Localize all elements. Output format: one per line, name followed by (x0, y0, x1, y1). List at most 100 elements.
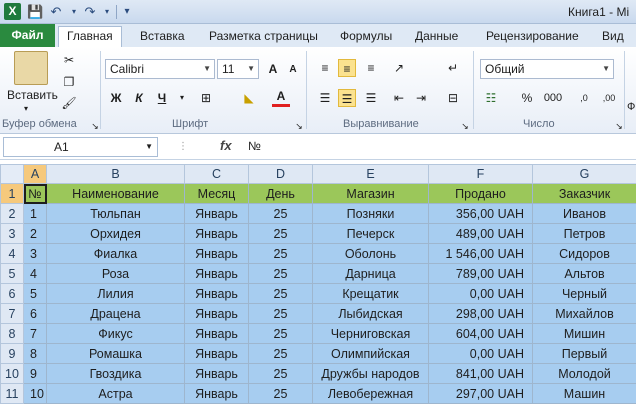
table-cell[interactable]: Иванов (532, 203, 636, 224)
tab-view[interactable]: Вид (602, 27, 624, 47)
row-header[interactable]: 11 (0, 383, 24, 404)
formula-input[interactable]: № (248, 139, 261, 153)
cut-icon[interactable]: ✂ (60, 51, 78, 69)
table-cell[interactable]: 25 (248, 283, 313, 304)
table-header-cell[interactable]: Месяц (184, 183, 249, 204)
table-cell[interactable]: 789,00 UAH (428, 263, 533, 284)
table-cell[interactable]: Петров (532, 223, 636, 244)
wrap-text-icon[interactable]: ↵ (444, 59, 462, 77)
table-cell[interactable]: Лилия (46, 283, 185, 304)
table-cell[interactable]: Олимпийская (312, 343, 429, 364)
font-size-select[interactable]: 11 ▼ (217, 59, 259, 79)
column-header-b[interactable]: B (46, 164, 185, 184)
increase-decimal-button[interactable]: ,0 (573, 89, 595, 107)
table-cell[interactable]: 0,00 UAH (428, 283, 533, 304)
row-header[interactable]: 2 (0, 203, 24, 224)
row-header[interactable]: 3 (0, 223, 24, 244)
table-cell[interactable]: 25 (248, 263, 313, 284)
table-cell[interactable]: Январь (184, 383, 249, 404)
table-cell[interactable]: Январь (184, 363, 249, 384)
table-cell[interactable]: 5 (23, 283, 47, 304)
align-center-icon[interactable]: ☰ (338, 89, 356, 107)
table-cell[interactable]: Фикус (46, 323, 185, 344)
paste-icon[interactable] (14, 51, 48, 85)
paste-dropdown-icon[interactable]: ▾ (24, 104, 28, 113)
align-middle-icon[interactable]: ≡ (338, 59, 356, 77)
column-header-c[interactable]: C (184, 164, 249, 184)
table-cell[interactable]: 25 (248, 363, 313, 384)
table-cell[interactable]: Молодой (532, 363, 636, 384)
tab-home[interactable]: Главная (58, 26, 122, 48)
table-cell[interactable]: Драцена (46, 303, 185, 324)
orientation-icon[interactable]: ↗ (390, 59, 408, 77)
table-cell[interactable]: Январь (184, 323, 249, 344)
tab-insert[interactable]: Вставка (140, 27, 185, 47)
borders-icon[interactable]: ⊞ (197, 89, 215, 107)
table-cell[interactable]: 25 (248, 223, 313, 244)
decrease-decimal-button[interactable]: ,00 (597, 89, 621, 107)
table-cell[interactable]: Машин (532, 383, 636, 404)
table-cell[interactable]: Гвоздика (46, 363, 185, 384)
table-cell[interactable]: Позняки (312, 203, 429, 224)
table-cell[interactable]: 1 (23, 203, 47, 224)
redo-dropdown-icon[interactable]: ▾ (99, 3, 115, 20)
bold-button[interactable]: Ж (107, 89, 125, 107)
font-name-select[interactable]: Calibri ▼ (105, 59, 215, 79)
spreadsheet-grid[interactable]: A B C D E F G 1 № Наименование Месяц Ден… (0, 164, 636, 404)
number-launcher-icon[interactable]: ↘ (610, 117, 628, 135)
table-cell[interactable]: Фиалка (46, 243, 185, 264)
row-header[interactable]: 6 (0, 283, 24, 304)
row-header[interactable]: 4 (0, 243, 24, 264)
table-header-cell[interactable]: № (23, 183, 47, 204)
table-cell[interactable]: Первый (532, 343, 636, 364)
table-cell[interactable]: 25 (248, 343, 313, 364)
table-header-cell[interactable]: Магазин (312, 183, 429, 204)
redo-icon[interactable]: ↷ (82, 3, 98, 20)
column-header-e[interactable]: E (312, 164, 429, 184)
table-cell[interactable]: 298,00 UAH (428, 303, 533, 324)
row-header[interactable]: 10 (0, 363, 24, 384)
table-cell[interactable]: Орхидея (46, 223, 185, 244)
shrink-font-button[interactable]: A (284, 61, 302, 79)
tab-data[interactable]: Данные (415, 27, 458, 47)
font-color-button[interactable]: A (272, 87, 290, 107)
row-header[interactable]: 8 (0, 323, 24, 344)
table-cell[interactable]: Черный (532, 283, 636, 304)
table-cell[interactable]: 0,00 UAH (428, 343, 533, 364)
tab-file[interactable]: Файл (0, 24, 55, 47)
align-bottom-icon[interactable]: ≡ (362, 59, 380, 77)
align-right-icon[interactable]: ☰ (362, 89, 380, 107)
number-format-select[interactable]: Общий ▼ (480, 59, 614, 79)
tab-page-layout[interactable]: Разметка страницы (209, 27, 318, 47)
table-cell[interactable]: 25 (248, 323, 313, 344)
table-cell[interactable]: Оболонь (312, 243, 429, 264)
table-cell[interactable]: Январь (184, 203, 249, 224)
table-cell[interactable]: 489,00 UAH (428, 223, 533, 244)
table-cell[interactable]: Астра (46, 383, 185, 404)
table-cell[interactable]: Январь (184, 263, 249, 284)
table-cell[interactable]: Январь (184, 243, 249, 264)
table-cell[interactable]: 841,00 UAH (428, 363, 533, 384)
table-header-cell[interactable]: Продано (428, 183, 533, 204)
table-cell[interactable]: Тюльпан (46, 203, 185, 224)
column-header-g[interactable]: G (532, 164, 636, 184)
table-cell[interactable]: Левобережная (312, 383, 429, 404)
grow-font-button[interactable]: A (264, 60, 282, 78)
table-cell[interactable]: Январь (184, 283, 249, 304)
row-header[interactable]: 5 (0, 263, 24, 284)
paste-button[interactable]: Вставить (7, 88, 58, 102)
decrease-indent-icon[interactable]: ⇤ (390, 89, 408, 107)
align-top-icon[interactable]: ≡ (316, 59, 334, 77)
table-cell[interactable]: Печерск (312, 223, 429, 244)
thousands-separator-button[interactable]: 000 (540, 89, 566, 107)
increase-indent-icon[interactable]: ⇥ (412, 89, 430, 107)
table-cell[interactable]: Лыбидская (312, 303, 429, 324)
table-cell[interactable]: Дарница (312, 263, 429, 284)
table-header-cell[interactable]: Заказчик (532, 183, 636, 204)
table-cell[interactable]: Сидоров (532, 243, 636, 264)
tab-formulas[interactable]: Формулы (340, 27, 392, 47)
row-header[interactable]: 9 (0, 343, 24, 364)
table-cell[interactable]: 10 (23, 383, 47, 404)
table-cell[interactable]: 7 (23, 323, 47, 344)
table-cell[interactable]: Январь (184, 343, 249, 364)
